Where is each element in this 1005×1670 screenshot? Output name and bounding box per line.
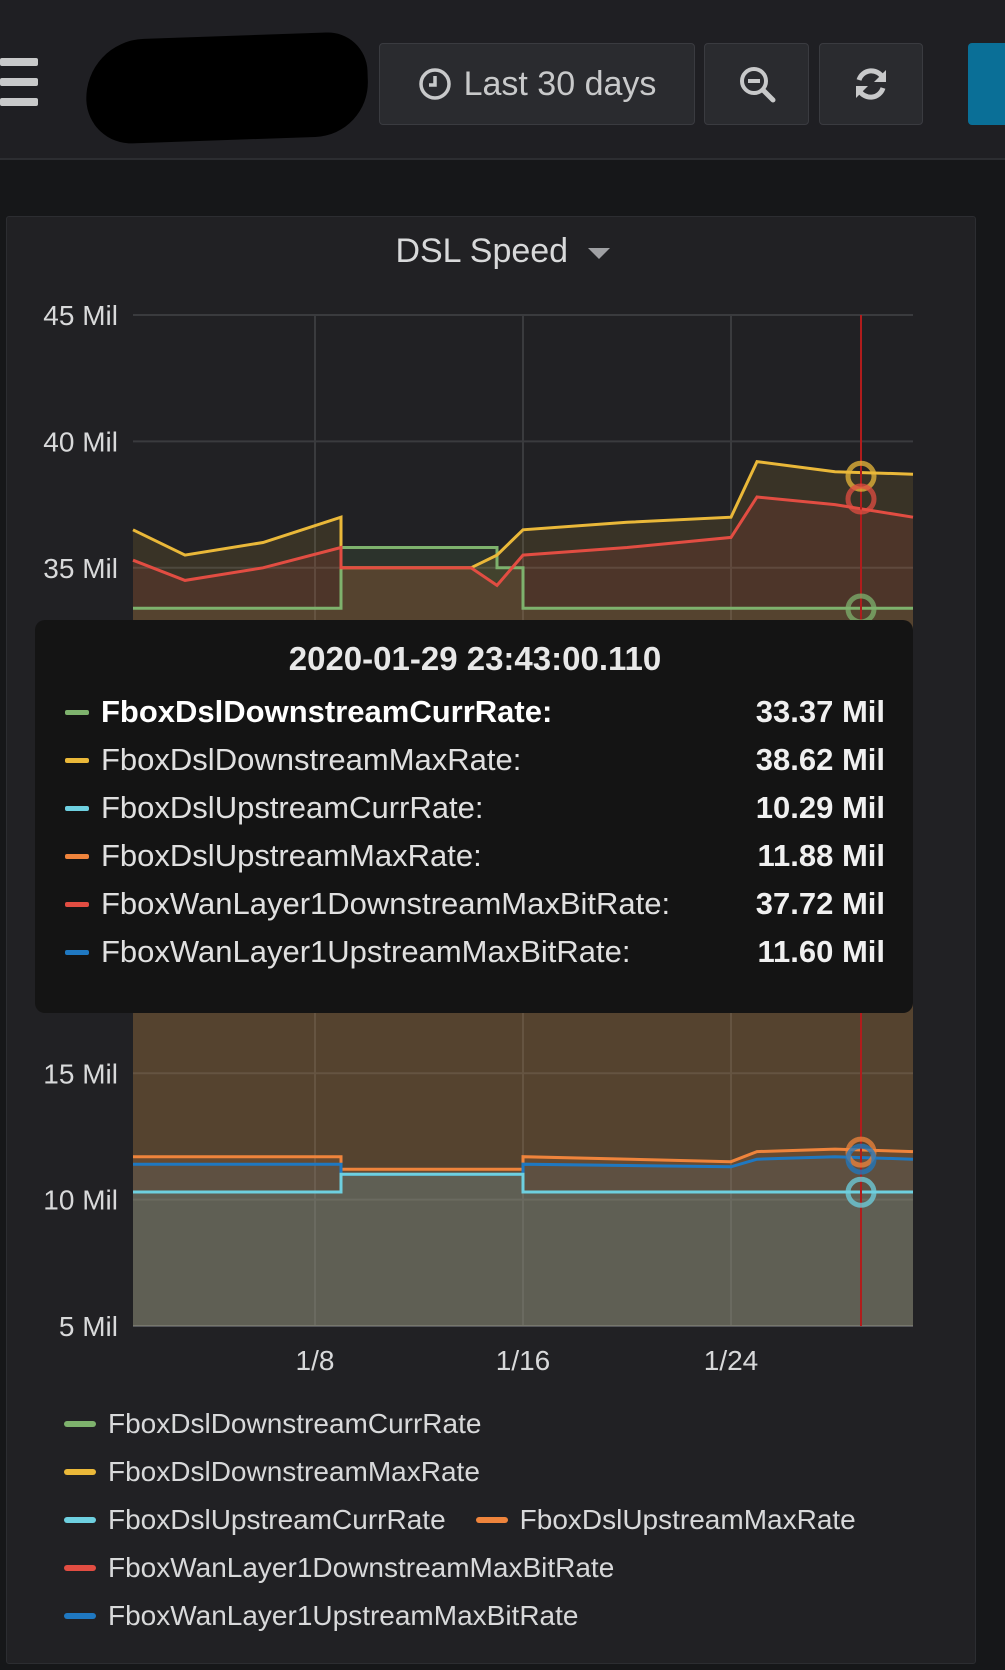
tooltip-row: FboxDslDownstreamCurrRate: 33.37 Mil — [65, 688, 885, 736]
tooltip-series-value: 37.72 Mil — [755, 886, 885, 921]
series-area — [133, 1174, 913, 1326]
x-tick-label: 1/8 — [296, 1345, 335, 1376]
hover-tooltip: 2020-01-29 23:43:00.110 FboxDslDownstrea… — [35, 620, 913, 1013]
legend-row: FboxDslDownstreamCurrRate — [64, 1400, 964, 1448]
series-color-swatch — [65, 901, 89, 907]
x-tick-label: 1/16 — [496, 1345, 551, 1376]
legend-label: FboxWanLayer1UpstreamMaxBitRate — [108, 1600, 579, 1631]
legend-label: FboxDslUpstreamMaxRate — [519, 1504, 856, 1535]
tooltip-timestamp: 2020-01-29 23:43:00.110 — [288, 640, 662, 677]
tooltip-row: FboxDslUpstreamCurrRate: 10.29 Mil — [65, 784, 885, 832]
y-tick-label: 45 Mil — [43, 300, 118, 331]
tooltip-series-name: FboxDslDownstreamCurrRate: — [101, 694, 553, 729]
legend-row: FboxWanLayer1UpstreamMaxBitRate — [64, 1592, 964, 1640]
tooltip-row: FboxWanLayer1DownstreamMaxBitRate: 37.72 … — [65, 880, 885, 928]
tooltip-row: FboxDslUpstreamMaxRate: 11.88 Mil — [65, 832, 885, 880]
chart-legend: FboxDslDownstreamCurrRate FboxDslDownstre… — [64, 1400, 964, 1640]
legend-color-swatch — [64, 1469, 96, 1475]
series-color-swatch — [65, 853, 89, 859]
legend-color-swatch — [64, 1517, 96, 1523]
legend-row: FboxDslDownstreamMaxRate — [64, 1448, 964, 1496]
legend-color-swatch — [64, 1613, 96, 1619]
tooltip-series-name: FboxDslDownstreamMaxRate: — [101, 742, 522, 777]
series-color-swatch — [65, 805, 89, 811]
legend-row: FboxDslUpstreamCurrRate FboxDslUpstreamMa… — [64, 1496, 964, 1544]
y-tick-label: 10 Mil — [43, 1185, 118, 1216]
y-tick-label: 15 Mil — [43, 1058, 118, 1089]
tooltip-series-value: 10.29 Mil — [755, 790, 885, 825]
tooltip-series-name: FboxWanLayer1UpstreamMaxBitRate: — [101, 934, 631, 969]
legend-label: FboxDslDownstreamCurrRate — [108, 1408, 482, 1439]
legend-item[interactable]: FboxDslDownstreamMaxRate — [64, 1456, 480, 1488]
legend-color-swatch — [64, 1565, 96, 1571]
series-color-swatch — [65, 949, 89, 955]
series-color-swatch — [65, 709, 89, 715]
series-color-swatch — [65, 757, 89, 763]
tooltip-row: FboxDslDownstreamMaxRate: 38.62 Mil — [65, 736, 885, 784]
tooltip-series-name: FboxDslUpstreamCurrRate: — [101, 790, 484, 825]
tooltip-series-value: 38.62 Mil — [755, 742, 885, 777]
tooltip-series-value: 11.60 Mil — [757, 934, 885, 969]
legend-item[interactable]: FboxDslUpstreamMaxRate — [475, 1504, 856, 1536]
legend-item[interactable]: FboxWanLayer1DownstreamMaxBitRate — [64, 1552, 614, 1584]
legend-color-swatch — [475, 1517, 508, 1523]
legend-label: FboxDslDownstreamMaxRate — [108, 1456, 480, 1487]
tooltip-series-name: FboxWanLayer1DownstreamMaxBitRate: — [101, 886, 671, 921]
legend-item[interactable]: FboxWanLayer1UpstreamMaxBitRate — [64, 1600, 578, 1632]
x-tick-label: 1/24 — [704, 1345, 759, 1376]
tooltip-series-value: 33.37 Mil — [755, 694, 885, 729]
legend-label: FboxDslUpstreamCurrRate — [108, 1504, 446, 1535]
y-tick-label: 40 Mil — [43, 426, 118, 457]
tooltip-series-value: 11.88 Mil — [757, 838, 885, 873]
legend-row: FboxWanLayer1DownstreamMaxBitRate — [64, 1544, 964, 1592]
tooltip-series-name: FboxDslUpstreamMaxRate: — [101, 838, 482, 873]
legend-color-swatch — [64, 1421, 96, 1427]
legend-item[interactable]: FboxDslUpstreamCurrRate — [64, 1504, 446, 1536]
legend-label: FboxWanLayer1DownstreamMaxBitRate — [108, 1552, 615, 1583]
tooltip-row: FboxWanLayer1UpstreamMaxBitRate: 11.60 Mi… — [65, 928, 885, 976]
y-tick-label: 5 Mil — [59, 1311, 118, 1342]
legend-item[interactable]: FboxDslDownstreamCurrRate — [64, 1408, 481, 1440]
y-tick-label: 35 Mil — [43, 553, 118, 584]
